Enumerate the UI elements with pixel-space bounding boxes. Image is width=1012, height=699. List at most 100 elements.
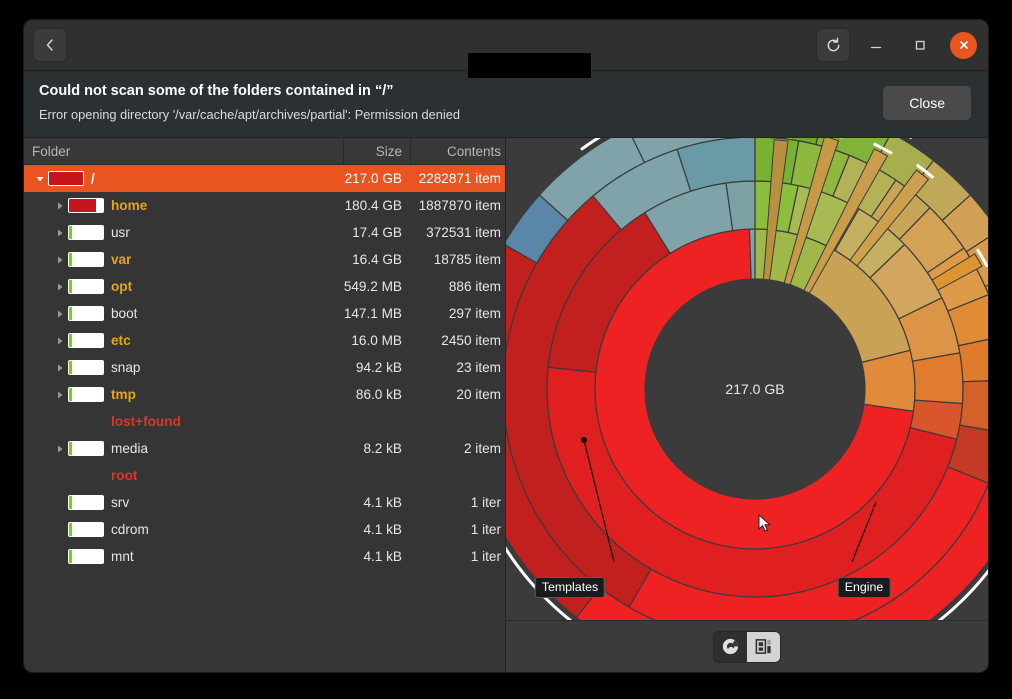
table-row[interactable]: mnt 4.1 kB 1 iter — [24, 543, 505, 570]
usage-bar — [68, 333, 104, 349]
table-row[interactable]: usr 17.4 GB 372531 item — [24, 219, 505, 246]
folder-cell: media — [24, 441, 343, 457]
window-title-redacted — [468, 53, 591, 78]
usage-bar — [68, 495, 104, 511]
folder-name: var — [111, 252, 132, 268]
table-row[interactable]: home 180.4 GB 1887870 item — [24, 192, 505, 219]
usage-bar-fill — [69, 442, 72, 456]
error-detail: Error opening directory '/var/cache/apt/… — [39, 106, 460, 122]
sunburst-chart[interactable]: 217.0 GB Templates Engine — [506, 138, 988, 620]
chevron-right-icon[interactable] — [52, 198, 68, 214]
folder-cell: home — [24, 198, 343, 214]
folder-name: srv — [111, 495, 130, 511]
chart-view-toolbar — [506, 620, 988, 672]
error-title: Could not scan some of the folders conta… — [39, 83, 394, 99]
contents-cell: 2282871 item — [418, 171, 501, 187]
sunburst-segment[interactable] — [911, 352, 964, 405]
folder-name: usr — [111, 225, 130, 241]
table-row[interactable]: lost+found — [24, 408, 505, 435]
chevron-right-icon[interactable] — [52, 306, 68, 322]
folder-cell: / — [24, 171, 343, 187]
usage-bar — [68, 522, 104, 538]
table-row[interactable]: / 217.0 GB 2282871 item — [24, 165, 505, 193]
usage-bar — [68, 441, 104, 457]
titlebar — [24, 20, 988, 78]
treemap-view-button[interactable] — [747, 631, 780, 662]
window-controls — [816, 28, 977, 62]
folder-name: opt — [111, 279, 133, 295]
table-row[interactable]: cdrom 4.1 kB 1 iter — [24, 516, 505, 543]
folder-name: / — [91, 171, 95, 187]
folder-name: snap — [111, 360, 141, 376]
expander-placeholder — [52, 495, 68, 511]
refresh-icon — [827, 37, 839, 51]
folder-cell: tmp — [24, 387, 343, 403]
table-row[interactable]: opt 549.2 MB 886 item — [24, 273, 505, 300]
usage-bar — [68, 252, 104, 268]
table-row[interactable]: media 8.2 kB 2 item — [24, 435, 505, 462]
table-row[interactable]: root — [24, 462, 505, 489]
chevron-right-icon[interactable] — [52, 279, 68, 295]
sunburst-center-label: 217.0 GB — [725, 381, 784, 397]
folder-name: tmp — [111, 387, 136, 403]
chevron-right-icon[interactable] — [52, 360, 68, 376]
table-row[interactable]: tmp 86.0 kB 20 item — [24, 381, 505, 408]
contents-cell: 1 iter — [470, 495, 501, 511]
column-header-folder[interactable]: Folder — [24, 138, 343, 164]
table-row[interactable]: boot 147.1 MB 297 item — [24, 300, 505, 327]
folder-name: mnt — [111, 549, 134, 565]
expander-placeholder — [52, 522, 68, 538]
maximize-icon — [915, 40, 925, 50]
folder-cell: opt — [24, 279, 343, 295]
column-header-contents[interactable]: Contents — [410, 138, 505, 165]
rings-view-button[interactable] — [714, 631, 747, 662]
folder-name: root — [111, 468, 138, 484]
back-button[interactable] — [33, 28, 67, 62]
column-header-size[interactable]: Size — [343, 138, 410, 165]
table-row[interactable]: srv 4.1 kB 1 iter — [24, 489, 505, 516]
usage-bar-fill — [69, 334, 72, 348]
chevron-down-icon[interactable] — [32, 171, 48, 187]
size-cell: 16.4 GB — [352, 252, 402, 268]
size-cell: 16.0 MB — [351, 333, 402, 349]
folder-cell: boot — [24, 306, 343, 322]
usage-bar-fill — [69, 550, 72, 564]
contents-cell: 2 item — [463, 441, 501, 457]
chevron-right-icon[interactable] — [52, 441, 68, 457]
disk-usage-analyzer-window: Could not scan some of the folders conta… — [24, 20, 988, 672]
close-window-button[interactable] — [950, 31, 977, 59]
table-row[interactable]: snap 94.2 kB 23 item — [24, 354, 505, 381]
expander-placeholder — [52, 414, 68, 430]
table-row[interactable]: var 16.4 GB 18785 item — [24, 246, 505, 273]
chevron-right-icon[interactable] — [52, 252, 68, 268]
window-body: Folder Size Contents / 217.0 GB 2282871 it… — [24, 138, 988, 672]
contents-cell: 20 item — [456, 387, 501, 403]
folder-cell: snap — [24, 360, 343, 376]
usage-bar-fill — [69, 226, 72, 240]
contents-cell: 2450 item — [441, 333, 501, 349]
minimize-icon — [870, 46, 882, 49]
folder-tree-pane: Folder Size Contents / 217.0 GB 2282871 it… — [24, 138, 506, 672]
maximize-button[interactable] — [902, 28, 938, 62]
contents-cell: 1 iter — [470, 549, 501, 565]
chevron-right-icon[interactable] — [52, 387, 68, 403]
sunburst-svg: 217.0 GB — [506, 138, 988, 620]
close-icon — [959, 41, 968, 49]
sunburst-segment[interactable] — [959, 380, 988, 433]
chevron-right-icon[interactable] — [52, 225, 68, 241]
infobar-close-button[interactable]: Close — [882, 85, 972, 122]
chevron-right-icon[interactable] — [52, 333, 68, 349]
chart-pane: 217.0 GB Templates Engine — [506, 138, 988, 672]
chart-callout-label: Engine — [837, 577, 891, 599]
usage-bar-fill — [69, 253, 72, 267]
size-cell: 17.4 GB — [352, 225, 402, 241]
usage-bar — [48, 171, 84, 187]
folder-name: cdrom — [111, 522, 149, 538]
usage-bar-fill — [69, 523, 72, 537]
minimize-button[interactable] — [858, 28, 894, 62]
usage-bar — [68, 549, 104, 565]
size-cell: 86.0 kB — [355, 387, 402, 403]
table-row[interactable]: etc 16.0 MB 2450 item — [24, 327, 505, 354]
refresh-button[interactable] — [816, 28, 850, 62]
contents-cell: 23 item — [456, 360, 501, 376]
